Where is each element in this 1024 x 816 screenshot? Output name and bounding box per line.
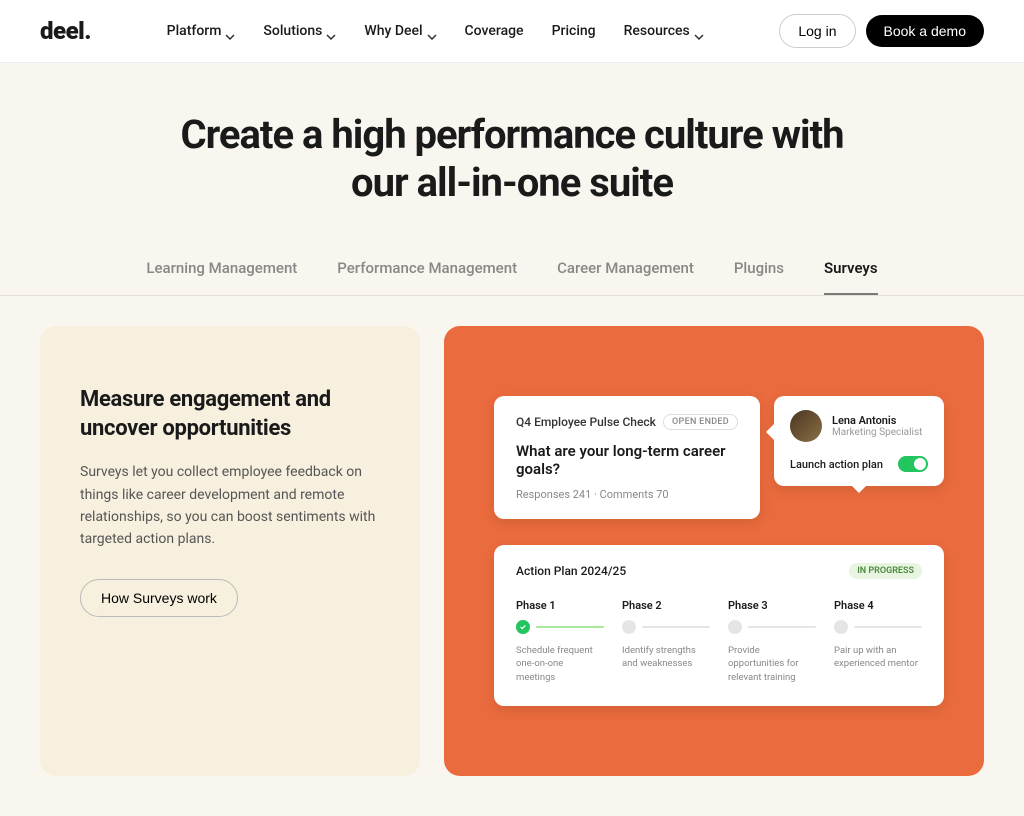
tab-plugins[interactable]: Plugins <box>734 247 784 295</box>
nav-label: Coverage <box>465 23 524 39</box>
survey-type-badge: OPEN ENDED <box>663 414 738 430</box>
nav-pricing[interactable]: Pricing <box>552 23 596 39</box>
tab-performance-management[interactable]: Performance Management <box>337 247 517 295</box>
header: deel. Platform Solutions Why Deel Covera… <box>0 0 1024 63</box>
phase-desc: Pair up with an experienced mentor <box>834 644 922 671</box>
survey-meta: Responses 241 · Comments 70 <box>516 488 738 501</box>
progress-line <box>536 626 604 628</box>
phase-4: Phase 4 Pair up with an experienced ment… <box>834 599 922 684</box>
avatar <box>790 410 822 442</box>
phase-label: Phase 1 <box>516 599 604 612</box>
nav-coverage[interactable]: Coverage <box>465 23 524 39</box>
tab-surveys[interactable]: Surveys <box>824 247 878 295</box>
circle-icon <box>622 620 636 634</box>
pointer-icon <box>852 486 866 493</box>
content-row: Measure engagement and uncover opportuni… <box>40 296 984 816</box>
circle-icon <box>834 620 848 634</box>
hero: Create a high performance culture with o… <box>0 63 1024 296</box>
main-nav: Platform Solutions Why Deel Coverage Pri… <box>167 23 704 39</box>
nav-platform[interactable]: Platform <box>167 23 236 39</box>
survey-card: Q4 Employee Pulse Check OPEN ENDED What … <box>494 396 760 519</box>
nav-label: Platform <box>167 23 222 39</box>
logo[interactable]: deel. <box>40 17 91 45</box>
survey-question: What are your long-term career goals? <box>516 442 738 478</box>
person-name: Lena Antonis <box>832 414 922 427</box>
action-plan-toggle[interactable] <box>898 456 928 472</box>
progress-line <box>748 626 816 628</box>
feature-body: Surveys let you collect employee feedbac… <box>80 461 380 551</box>
progress-line <box>642 626 710 628</box>
tab-learning-management[interactable]: Learning Management <box>146 247 297 295</box>
phase-label: Phase 4 <box>834 599 922 612</box>
tab-career-management[interactable]: Career Management <box>557 247 694 295</box>
person-card: Lena Antonis Marketing Specialist Launch… <box>774 396 944 486</box>
nav-solutions[interactable]: Solutions <box>263 23 336 39</box>
phase-desc: Schedule frequent one-on-one meetings <box>516 644 604 684</box>
action-plan-card: Action Plan 2024/25 IN PROGRESS Phase 1 … <box>494 545 944 706</box>
how-surveys-work-button[interactable]: How Surveys work <box>80 579 238 617</box>
preview-panel: Q4 Employee Pulse Check OPEN ENDED What … <box>444 326 984 776</box>
phase-2: Phase 2 Identify strengths and weaknesse… <box>622 599 710 684</box>
chevron-down-icon <box>427 28 437 34</box>
phases: Phase 1 Schedule frequent one-on-one mee… <box>516 599 922 684</box>
phase-desc: Identify strengths and weaknesses <box>622 644 710 671</box>
action-plan-label: Launch action plan <box>790 458 883 471</box>
status-badge: IN PROGRESS <box>849 563 922 579</box>
hero-title: Create a high performance culture with o… <box>162 111 862 207</box>
phase-label: Phase 2 <box>622 599 710 612</box>
phase-desc: Provide opportunities for relevant train… <box>728 644 816 684</box>
feature-title: Measure engagement and uncover opportuni… <box>80 386 380 443</box>
nav-label: Resources <box>624 23 690 39</box>
nav-why-deel[interactable]: Why Deel <box>364 23 436 39</box>
phase-label: Phase 3 <box>728 599 816 612</box>
header-actions: Log in Book a demo <box>779 14 984 48</box>
person-role: Marketing Specialist <box>832 427 922 438</box>
tabs: Learning Management Performance Manageme… <box>0 247 1024 296</box>
pointer-icon <box>766 424 774 440</box>
chevron-down-icon <box>225 28 235 34</box>
nav-label: Why Deel <box>364 23 422 39</box>
nav-label: Solutions <box>263 23 322 39</box>
nav-resources[interactable]: Resources <box>624 23 704 39</box>
nav-label: Pricing <box>552 23 596 39</box>
check-icon <box>516 620 530 634</box>
circle-icon <box>728 620 742 634</box>
login-button[interactable]: Log in <box>779 14 855 48</box>
book-demo-button[interactable]: Book a demo <box>866 15 985 47</box>
survey-name: Q4 Employee Pulse Check <box>516 415 656 429</box>
plan-title: Action Plan 2024/25 <box>516 564 626 578</box>
phase-3: Phase 3 Provide opportunities for releva… <box>728 599 816 684</box>
chevron-down-icon <box>694 28 704 34</box>
progress-line <box>854 626 922 628</box>
feature-card: Measure engagement and uncover opportuni… <box>40 326 420 776</box>
chevron-down-icon <box>326 28 336 34</box>
phase-1: Phase 1 Schedule frequent one-on-one mee… <box>516 599 604 684</box>
